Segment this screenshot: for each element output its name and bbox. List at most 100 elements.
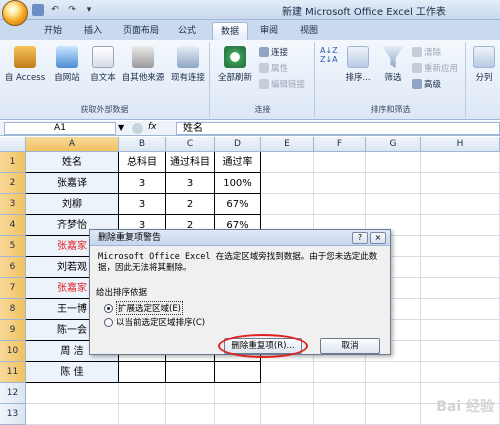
help-button[interactable]: ? [352,232,368,244]
row-header[interactable]: 6 [0,257,26,278]
from-text-button[interactable]: 自文本 [86,46,120,83]
tab-insert[interactable]: 插入 [78,22,108,40]
column-header[interactable]: B [119,137,166,152]
cell-H7[interactable] [421,278,500,299]
column-header[interactable]: C [166,137,215,152]
cell-F2[interactable] [314,173,366,194]
current-selection-radio[interactable]: 以当前选定区域排序(C) [104,316,205,328]
cell-H9[interactable] [421,320,500,341]
cell-A3[interactable]: 刘柳 [26,194,119,215]
redo-icon[interactable]: ↷ [66,4,78,16]
cell-D1[interactable]: 通过率 [215,152,261,173]
tab-review[interactable]: 审阅 [254,22,284,40]
row-header[interactable]: 12 [0,383,26,404]
cell-E2[interactable] [261,173,314,194]
save-icon[interactable] [32,4,44,16]
cell-D13[interactable] [215,404,261,425]
cell-H10[interactable] [421,341,500,362]
tab-view[interactable]: 视图 [294,22,324,40]
connections-button[interactable]: 连接 [259,46,288,58]
cell-G2[interactable] [366,173,421,194]
sort-az-button[interactable]: A↓Z Z↓A [320,46,338,64]
tab-data[interactable]: 数据 [212,22,248,40]
cell-G3[interactable] [366,194,421,215]
existing-connections-button[interactable]: 现有连接 [168,46,208,83]
cancel-button[interactable]: 取消 [320,338,380,354]
cell-G11[interactable] [366,362,421,383]
cell-A11[interactable]: 陈 佳 [26,362,119,383]
tab-formulas[interactable]: 公式 [172,22,202,40]
row-header[interactable]: 10 [0,341,26,362]
column-header[interactable]: F [314,137,366,152]
select-all-corner[interactable] [0,137,26,152]
undo-icon[interactable]: ↶ [49,4,61,16]
formula-cancel-icon[interactable] [132,123,143,134]
column-header[interactable]: G [366,137,421,152]
cell-A13[interactable] [26,404,119,425]
cell-A1[interactable]: 姓名 [26,152,119,173]
column-header[interactable]: H [421,137,500,152]
tab-home[interactable]: 开始 [38,22,68,40]
tab-page-layout[interactable]: 页面布局 [118,22,164,40]
column-header[interactable]: D [215,137,261,152]
row-header[interactable]: 2 [0,173,26,194]
cell-H1[interactable] [421,152,500,173]
cell-H3[interactable] [421,194,500,215]
cell-F11[interactable] [314,362,366,383]
cell-D2[interactable]: 100% [215,173,261,194]
insert-function-icon[interactable]: fx [148,122,160,135]
cell-A2[interactable]: 张嘉译 [26,173,119,194]
row-header[interactable]: 1 [0,152,26,173]
cell-E3[interactable] [261,194,314,215]
cell-C1[interactable]: 通过科目 [166,152,215,173]
row-header[interactable]: 4 [0,215,26,236]
row-header[interactable]: 3 [0,194,26,215]
row-header[interactable]: 9 [0,320,26,341]
row-header[interactable]: 11 [0,362,26,383]
cell-H6[interactable] [421,257,500,278]
advanced-button[interactable]: 高级 [412,78,441,90]
cell-B1[interactable]: 总科目 [119,152,166,173]
cell-H2[interactable] [421,173,500,194]
from-other-sources-button[interactable]: 自其他来源 [120,46,166,83]
cell-B12[interactable] [119,383,166,404]
name-box[interactable]: A1 [4,122,116,135]
cell-H5[interactable] [421,236,500,257]
cell-F3[interactable] [314,194,366,215]
cell-B3[interactable]: 3 [119,194,166,215]
cell-E11[interactable] [261,362,314,383]
cell-C13[interactable] [166,404,215,425]
customize-qat-icon[interactable]: ▾ [83,4,95,16]
refresh-all-button[interactable]: 全部刷新 [215,46,255,83]
row-header[interactable]: 13 [0,404,26,425]
cell-B2[interactable]: 3 [119,173,166,194]
expand-selection-radio[interactable]: 扩展选定区域(E) [104,301,184,315]
column-header[interactable]: A [26,137,119,152]
cell-H8[interactable] [421,299,500,320]
cell-G12[interactable] [366,383,421,404]
from-access-button[interactable]: 自 Access [4,46,46,83]
filter-button[interactable]: 筛选 [378,46,408,83]
row-header[interactable]: 7 [0,278,26,299]
cell-C12[interactable] [166,383,215,404]
name-box-dropdown-icon[interactable]: ▼ [118,123,124,132]
cell-E12[interactable] [261,383,314,404]
sort-button[interactable]: 排序... [342,46,374,83]
cell-D3[interactable]: 67% [215,194,261,215]
row-header[interactable]: 8 [0,299,26,320]
edit-links-button[interactable]: 编辑链接 [259,78,305,90]
column-header[interactable]: E [261,137,314,152]
cell-D12[interactable] [215,383,261,404]
properties-button[interactable]: 属性 [259,62,288,74]
cell-E1[interactable] [261,152,314,173]
cell-F12[interactable] [314,383,366,404]
cell-F13[interactable] [314,404,366,425]
cell-F1[interactable] [314,152,366,173]
cell-H4[interactable] [421,215,500,236]
cell-C2[interactable]: 3 [166,173,215,194]
cell-E13[interactable] [261,404,314,425]
close-button[interactable]: × [370,232,386,244]
clear-button[interactable]: 清除 [412,46,441,58]
row-header[interactable]: 5 [0,236,26,257]
cell-H11[interactable] [421,362,500,383]
